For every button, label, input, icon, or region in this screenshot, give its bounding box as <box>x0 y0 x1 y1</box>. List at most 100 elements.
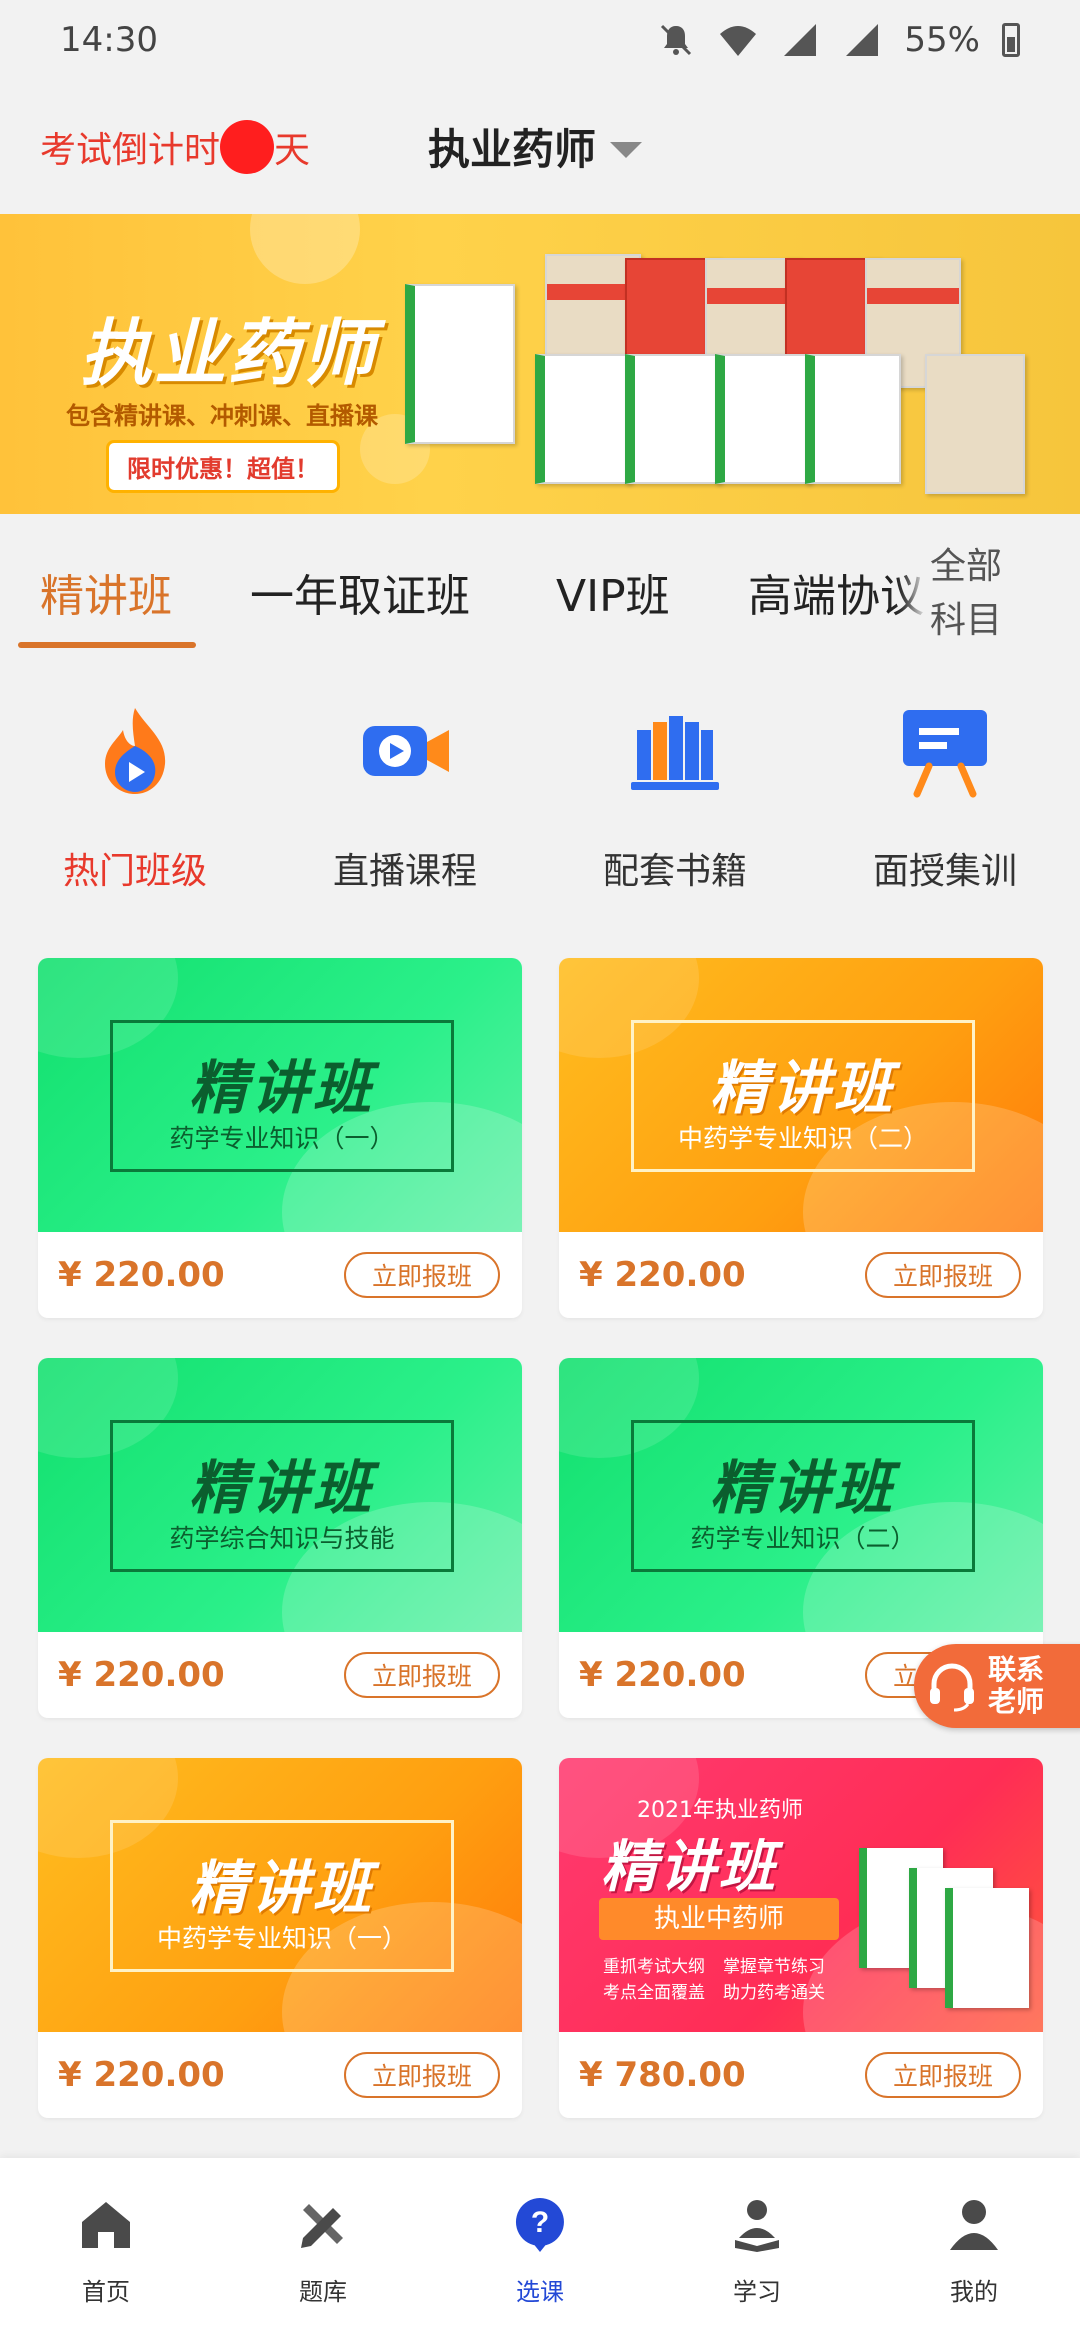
contact-label: 联系 老师 <box>988 1654 1044 1718</box>
tab-active-indicator <box>18 642 196 648</box>
home-icon <box>82 2202 130 2248</box>
tab-premium-agreement[interactable]: 高端协议 <box>748 560 924 624</box>
course-card[interactable]: 精讲班 药学专业知识（一） ¥ 220.00 立即报班 <box>38 958 522 1318</box>
tab-vip[interactable]: VIP班 <box>556 560 670 624</box>
status-icons: 55% <box>656 20 1020 60</box>
signal-icon-2 <box>846 24 879 56</box>
course-cover-image: 精讲班 药学专业知识（二） <box>559 1358 1043 1632</box>
course-price: ¥ 220.00 <box>579 1655 746 1695</box>
nav-home[interactable]: 首页 <box>36 2194 176 2307</box>
course-card[interactable]: 精讲班 药学综合知识与技能 ¥ 220.00 立即报班 <box>38 1358 522 1718</box>
course-cover-image: 精讲班 中药学专业知识（二） <box>559 958 1043 1232</box>
all-subjects-line1: 全部 <box>930 546 1003 587</box>
page-title: 执业药师 <box>428 125 597 174</box>
category-label: 面授集训 <box>872 851 1017 892</box>
status-bar: 14:30 55% <box>0 0 1080 80</box>
nav-label: 题库 <box>299 2278 347 2306</box>
nav-course-select[interactable]: ? 选课 <box>470 2194 610 2307</box>
enroll-button[interactable]: 立即报班 <box>344 1652 500 1698</box>
category-live-courses[interactable]: 直播课程 <box>295 700 515 894</box>
category-onsite-training[interactable]: 面授集训 <box>835 700 1055 894</box>
course-subject: 执业中药师 <box>599 1898 839 1940</box>
bottom-navigation: 首页 题库 ? 选课 学习 我的 <box>0 2158 1080 2340</box>
course-cover-image: 精讲班 药学综合知识与技能 <box>38 1358 522 1632</box>
wifi-icon <box>720 26 757 56</box>
enroll-button[interactable]: 立即报班 <box>865 1252 1021 1298</box>
contact-teacher-button[interactable]: 联系 老师 <box>914 1644 1080 1728</box>
course-features: 重抓考试大纲 掌握章节练习 考点全面覆盖 助力药考通关 <box>603 1954 853 2006</box>
course-cover-image: 精讲班 药学专业知识（一） <box>38 958 522 1232</box>
contact-line2: 老师 <box>988 1685 1045 1718</box>
course-price: ¥ 220.00 <box>58 1655 225 1695</box>
course-subject: 药学专业知识（二） <box>690 1524 916 1553</box>
banner-books-image <box>405 244 1045 504</box>
course-price: ¥ 220.00 <box>579 1255 746 1295</box>
course-title: 精讲班 <box>188 1054 375 1122</box>
banner-title: 执业药师 <box>80 311 377 395</box>
book-image <box>625 354 721 484</box>
tab-one-year[interactable]: 一年取证班 <box>250 560 470 624</box>
exam-selector[interactable]: 执业药师 <box>428 116 643 177</box>
mute-bell-icon <box>661 24 692 56</box>
nav-question-bank[interactable]: 题库 <box>253 2194 393 2307</box>
course-title: 精讲班 <box>601 1835 778 1900</box>
enroll-button[interactable]: 立即报班 <box>344 1252 500 1298</box>
all-subjects-button[interactable]: 全部 科目 <box>930 540 1080 650</box>
course-year-line: 2021年执业药师 <box>637 1798 803 1823</box>
banner-decoration <box>250 214 360 284</box>
book-image <box>715 354 811 484</box>
course-price: ¥ 780.00 <box>579 2055 746 2095</box>
books-icon <box>631 716 719 790</box>
enroll-button[interactable]: 立即报班 <box>865 2052 1021 2098</box>
course-feature: 考点全面覆盖 <box>603 1983 705 2003</box>
course-price: ¥ 220.00 <box>58 2055 225 2095</box>
nav-label: 学习 <box>733 2278 781 2306</box>
enroll-button[interactable]: 立即报班 <box>344 2052 500 2098</box>
banner-promo-badge: 限时优惠！超值！ <box>106 440 340 493</box>
battery-percent: 55% <box>904 20 980 60</box>
signal-icon <box>784 24 817 56</box>
battery-icon <box>1002 23 1020 57</box>
tabs-scroll[interactable]: 精讲班 一年取证班 VIP班 高端协议 <box>0 520 930 650</box>
course-subject: 中药学专业知识（一） <box>156 1924 407 1953</box>
nav-profile[interactable]: 我的 <box>904 2194 1044 2307</box>
course-title: 精讲班 <box>188 1454 375 1522</box>
category-hot-classes[interactable]: 热门班级 <box>25 700 245 894</box>
course-price: ¥ 220.00 <box>58 1255 225 1295</box>
book-image <box>925 354 1025 494</box>
tab-jingjiang[interactable]: 精讲班 <box>40 560 172 624</box>
course-books-image <box>849 1848 1029 2028</box>
course-title: 精讲班 <box>709 1454 896 1522</box>
countdown-suffix: 天 <box>274 130 311 171</box>
category-books[interactable]: 配套书籍 <box>565 700 785 894</box>
status-time: 14:30 <box>60 20 158 60</box>
category-row: 热门班级 直播课程 配套书籍 面授集训 <box>0 700 1080 900</box>
exam-countdown: 考试倒计时 天 <box>40 120 310 174</box>
course-cover-image: 精讲班 中药学专业知识（一） <box>38 1758 522 2032</box>
course-card[interactable]: 精讲班 中药学专业知识（二） ¥ 220.00 立即报班 <box>559 958 1043 1318</box>
hot-flame-icon <box>105 708 166 794</box>
svg-text:?: ? <box>531 2206 549 2239</box>
course-feature: 助力药考通关 <box>723 1983 825 2003</box>
header: 考试倒计时 天 执业药师 <box>0 90 1080 200</box>
teaching-board-icon <box>903 710 987 798</box>
course-feature: 掌握章节练习 <box>723 1957 825 1977</box>
category-label: 配套书籍 <box>602 851 747 892</box>
nav-label: 我的 <box>950 2278 998 2306</box>
countdown-redacted-dot <box>220 120 275 174</box>
category-label: 直播课程 <box>332 851 477 892</box>
headset-icon <box>930 1663 974 1712</box>
all-subjects-line2: 科目 <box>930 600 1003 641</box>
course-tabs: 精讲班 一年取证班 VIP班 高端协议 全部 科目 <box>0 520 1080 650</box>
course-subject: 药学专业知识（一） <box>169 1124 395 1153</box>
course-card[interactable]: 精讲班 中药学专业知识（一） ¥ 220.00 立即报班 <box>38 1758 522 2118</box>
course-title: 精讲班 <box>188 1854 375 1922</box>
promo-banner[interactable]: 执业药师 包含精讲课、冲刺课、直播课 限时优惠！超值！ <box>0 214 1080 514</box>
course-card[interactable]: 2021年执业药师 精讲班 执业中药师 重抓考试大纲 掌握章节练习 考点全面覆盖助… <box>559 1758 1043 2118</box>
nav-label: 首页 <box>82 2278 130 2306</box>
contact-line1: 联系 <box>988 1653 1045 1686</box>
live-camera-icon <box>363 726 449 776</box>
nav-study[interactable]: 学习 <box>687 2194 827 2307</box>
course-select-icon: ? <box>515 2198 564 2252</box>
book-image <box>405 284 515 444</box>
